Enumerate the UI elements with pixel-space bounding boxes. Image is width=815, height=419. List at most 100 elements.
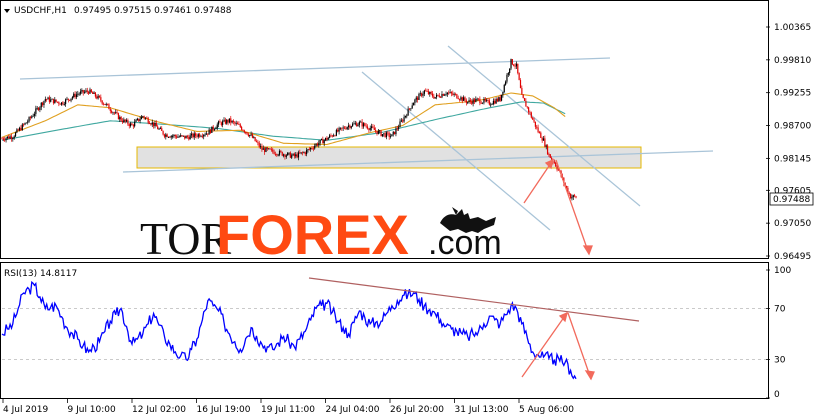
candle-body [200, 136, 202, 138]
candle-body [334, 135, 336, 137]
candle-body [70, 98, 72, 101]
candle-body [506, 74, 508, 82]
candle-body [472, 99, 474, 104]
candle-body [349, 125, 351, 128]
candle-body [228, 118, 231, 123]
candle-body [227, 119, 229, 123]
candle-body [438, 95, 440, 98]
candle-body [273, 151, 275, 155]
candle-body [327, 137, 329, 140]
candle-body [441, 94, 443, 98]
candle-body [17, 129, 19, 131]
candle-body [82, 90, 84, 93]
current-price-tag: 0.97488 [769, 192, 814, 206]
candle-body [361, 121, 363, 127]
candle-body [131, 123, 133, 125]
candle-body [171, 135, 174, 137]
candle-body [282, 154, 285, 156]
candle-body [75, 94, 78, 98]
candle-body [100, 97, 102, 101]
candle-body [518, 73, 520, 81]
candle-body [488, 100, 490, 105]
candle-body [296, 154, 298, 158]
candle-body [342, 127, 344, 129]
candle-body [448, 92, 450, 94]
candle-body [399, 121, 401, 128]
candle-body [431, 93, 434, 97]
candle-body [14, 132, 17, 137]
forex-chart[interactable]: TOR FOREX .com 1.003650.998100.992550.98… [0, 0, 815, 419]
candle-body [469, 100, 472, 102]
candle-body [522, 94, 524, 99]
candle-body [496, 99, 499, 102]
candle-body [31, 116, 33, 118]
candle-body [278, 150, 281, 155]
candle-body [8, 136, 10, 139]
candle-body [54, 99, 56, 104]
candle-body [25, 122, 27, 124]
candle-body [29, 117, 32, 118]
candle-body [169, 136, 171, 138]
candle-body [258, 142, 260, 147]
candle-body [341, 127, 343, 129]
candle-body [243, 130, 245, 133]
candle-body [505, 81, 507, 85]
candle-body [384, 133, 386, 138]
candle-body [5, 138, 7, 141]
candle-body [293, 153, 296, 157]
candle-body [112, 112, 114, 114]
candle-body [421, 93, 423, 96]
candle-body [83, 91, 86, 93]
candle-body [387, 132, 389, 134]
candle-body [55, 99, 57, 102]
candle-body [435, 94, 438, 98]
candle-body [477, 98, 480, 100]
candle-body [212, 126, 214, 130]
candle-body [385, 132, 388, 138]
candle-body [299, 152, 301, 154]
candle-body [285, 155, 287, 157]
candle-body [139, 119, 141, 121]
candle-body [27, 121, 29, 123]
candle-body [465, 100, 467, 103]
candle-body [249, 134, 251, 136]
candle-body [204, 134, 206, 136]
candle-body [549, 154, 551, 158]
candle-body [544, 138, 546, 147]
candle-body [170, 135, 172, 138]
candle-body [480, 103, 482, 104]
candle-body [383, 133, 385, 135]
candle-body [120, 117, 122, 121]
candle-body [231, 120, 233, 123]
candle-body [194, 133, 197, 136]
candle-body [143, 116, 145, 119]
candle-body [492, 100, 495, 105]
candle-body [444, 94, 446, 96]
candle-body [292, 153, 294, 156]
support-zone[interactable] [136, 146, 642, 169]
price-tick-label: 0.98145 [774, 154, 811, 164]
candle-body [322, 138, 324, 144]
candle-body [65, 99, 67, 105]
candle-body [213, 129, 216, 130]
candle-body [525, 100, 527, 107]
candle-body [239, 124, 241, 127]
current-price-label: 0.97488 [773, 195, 810, 205]
candle-body [196, 135, 198, 137]
candle-body [97, 95, 99, 99]
candle-body [366, 126, 369, 129]
rsi-pane[interactable] [0, 262, 769, 399]
candle-body [78, 93, 80, 95]
candle-body [467, 101, 469, 103]
candle-body [381, 134, 384, 137]
candle-body [310, 147, 312, 150]
candle-body [495, 99, 497, 104]
candle-body [28, 117, 30, 122]
candle-body [59, 103, 61, 105]
candle-body [417, 97, 419, 100]
candle-body [277, 154, 279, 156]
candle-body [523, 98, 526, 101]
candle-body [92, 92, 94, 94]
candle-body [79, 91, 82, 94]
candle-body [18, 127, 21, 131]
